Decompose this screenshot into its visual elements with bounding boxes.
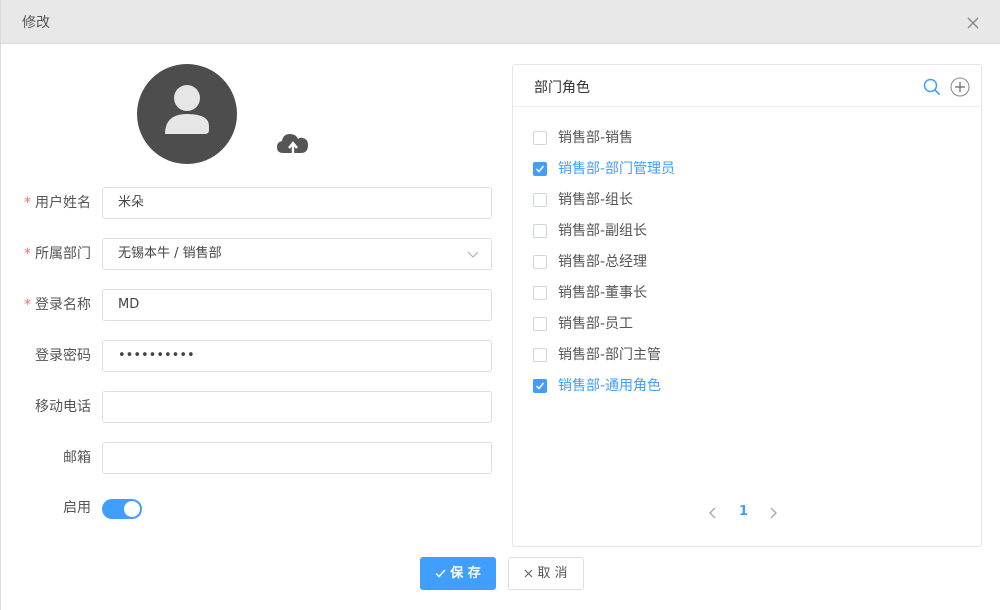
required-marker: * <box>24 195 31 211</box>
role-label: 销售部-销售 <box>558 130 634 146</box>
department-label: * 所属部门 <box>24 238 91 270</box>
save-button-label: 保 存 <box>450 566 481 581</box>
email-label-text: 邮箱 <box>63 450 91 466</box>
role-item[interactable]: 销售部-部门主管 <box>533 344 963 375</box>
password-label-text: 登录密码 <box>35 348 91 364</box>
role-checkbox[interactable] <box>533 162 547 176</box>
cloud-upload-icon[interactable] <box>275 129 311 157</box>
email-input[interactable] <box>102 442 492 474</box>
login-name-input[interactable]: MD <box>102 289 492 321</box>
cancel-button-label: 取 消 <box>537 566 568 581</box>
roles-panel: 部门角色 销售部-销售销售部-部门管理员 销售部-组长 销售部-副组长 销售部-总经理… <box>512 64 982 547</box>
check-icon <box>535 382 545 390</box>
add-circle-icon[interactable] <box>950 77 970 97</box>
role-item[interactable]: 销售部-通用角色 <box>533 375 963 406</box>
login-name-label-text: 登录名称 <box>35 297 91 313</box>
form-row-mobile-phone: 移动电话 <box>1 391 496 423</box>
mobile-phone-input[interactable] <box>102 391 492 423</box>
login-name-label: * 登录名称 <box>24 289 91 321</box>
role-checkbox[interactable] <box>533 224 547 238</box>
form-row-login-name: * 登录名称 MD <box>1 289 496 321</box>
role-label: 销售部-副组长 <box>558 223 648 239</box>
department-select[interactable]: 无锡本牛 / 销售部 <box>102 238 492 270</box>
role-checkbox[interactable] <box>533 286 547 300</box>
roles-panel-title: 部门角色 <box>534 80 590 96</box>
check-icon <box>535 165 545 173</box>
role-label: 销售部-员工 <box>558 316 634 332</box>
role-label: 销售部-通用角色 <box>558 378 662 394</box>
role-checkbox[interactable] <box>533 193 547 207</box>
form-row-enable: 启用 <box>1 492 496 524</box>
enable-label: 启用 <box>63 500 91 516</box>
enable-switch[interactable] <box>102 499 142 519</box>
close-icon[interactable] <box>965 15 981 31</box>
role-checkbox[interactable] <box>533 379 547 393</box>
close-icon <box>524 569 533 578</box>
form-row-user-name: * 用户姓名 米朵 <box>1 187 496 219</box>
user-name-label: * 用户姓名 <box>24 187 91 219</box>
required-marker: * <box>24 246 31 262</box>
chevron-left-icon[interactable] <box>708 507 718 519</box>
form-row-password: 登录密码 •••••••••• <box>1 340 496 372</box>
cancel-button[interactable]: 取 消 <box>508 557 584 590</box>
role-label: 销售部-组长 <box>558 192 634 208</box>
password-value: •••••••••• <box>118 348 195 363</box>
role-item[interactable]: 销售部-总经理 <box>533 251 963 282</box>
mobile-phone-label-text: 移动电话 <box>35 399 91 415</box>
edit-user-dialog: 修改 * 用户姓名 米朵 * 所属部门 无锡本牛 / 销售部 * 登录名称 MD 登录密码 ••••… <box>0 0 1000 610</box>
password-label: 登录密码 <box>35 340 91 372</box>
dialog-header: 修改 <box>1 0 1000 44</box>
mobile-phone-label: 移动电话 <box>35 391 91 423</box>
role-list: 销售部-销售销售部-部门管理员 销售部-组长 销售部-副组长 销售部-总经理 销售部-董… <box>533 127 963 406</box>
role-checkbox[interactable] <box>533 255 547 269</box>
required-marker: * <box>24 297 31 313</box>
user-silhouette-icon <box>165 85 209 134</box>
role-item[interactable]: 销售部-员工 <box>533 313 963 344</box>
form-row-department: * 所属部门 无锡本牛 / 销售部 <box>1 238 496 270</box>
chevron-down-icon[interactable] <box>467 249 479 259</box>
search-icon[interactable] <box>923 78 941 96</box>
role-checkbox[interactable] <box>533 348 547 362</box>
department-value: 无锡本牛 / 销售部 <box>118 246 222 261</box>
chevron-right-icon[interactable] <box>768 507 778 519</box>
user-name-label-text: 用户姓名 <box>35 195 91 211</box>
role-item[interactable]: 销售部-副组长 <box>533 220 963 251</box>
user-name-value: 米朵 <box>118 195 145 210</box>
role-checkbox[interactable] <box>533 317 547 331</box>
pagination: 1 <box>708 503 788 523</box>
avatar <box>137 64 237 164</box>
role-item[interactable]: 销售部-销售 <box>533 127 963 158</box>
role-checkbox[interactable] <box>533 131 547 145</box>
role-item[interactable]: 销售部-董事长 <box>533 282 963 313</box>
switch-knob <box>124 501 140 517</box>
role-label: 销售部-董事长 <box>558 285 648 301</box>
user-name-input[interactable]: 米朵 <box>102 187 492 219</box>
role-label: 销售部-总经理 <box>558 254 648 270</box>
role-item[interactable]: 销售部-部门管理员 <box>533 158 963 189</box>
email-label: 邮箱 <box>63 442 91 474</box>
role-label: 销售部-部门管理员 <box>558 161 676 177</box>
department-label-text: 所属部门 <box>35 246 91 262</box>
role-label: 销售部-部门主管 <box>558 347 662 363</box>
pagination-current-page[interactable]: 1 <box>739 504 748 519</box>
role-item[interactable]: 销售部-组长 <box>533 189 963 220</box>
check-icon <box>435 569 446 578</box>
roles-panel-header: 部门角色 <box>513 65 981 107</box>
password-input[interactable]: •••••••••• <box>102 340 492 372</box>
login-name-value: MD <box>118 297 140 312</box>
form-row-email: 邮箱 <box>1 442 496 474</box>
dialog-title: 修改 <box>22 15 50 31</box>
save-button[interactable]: 保 存 <box>420 557 496 590</box>
